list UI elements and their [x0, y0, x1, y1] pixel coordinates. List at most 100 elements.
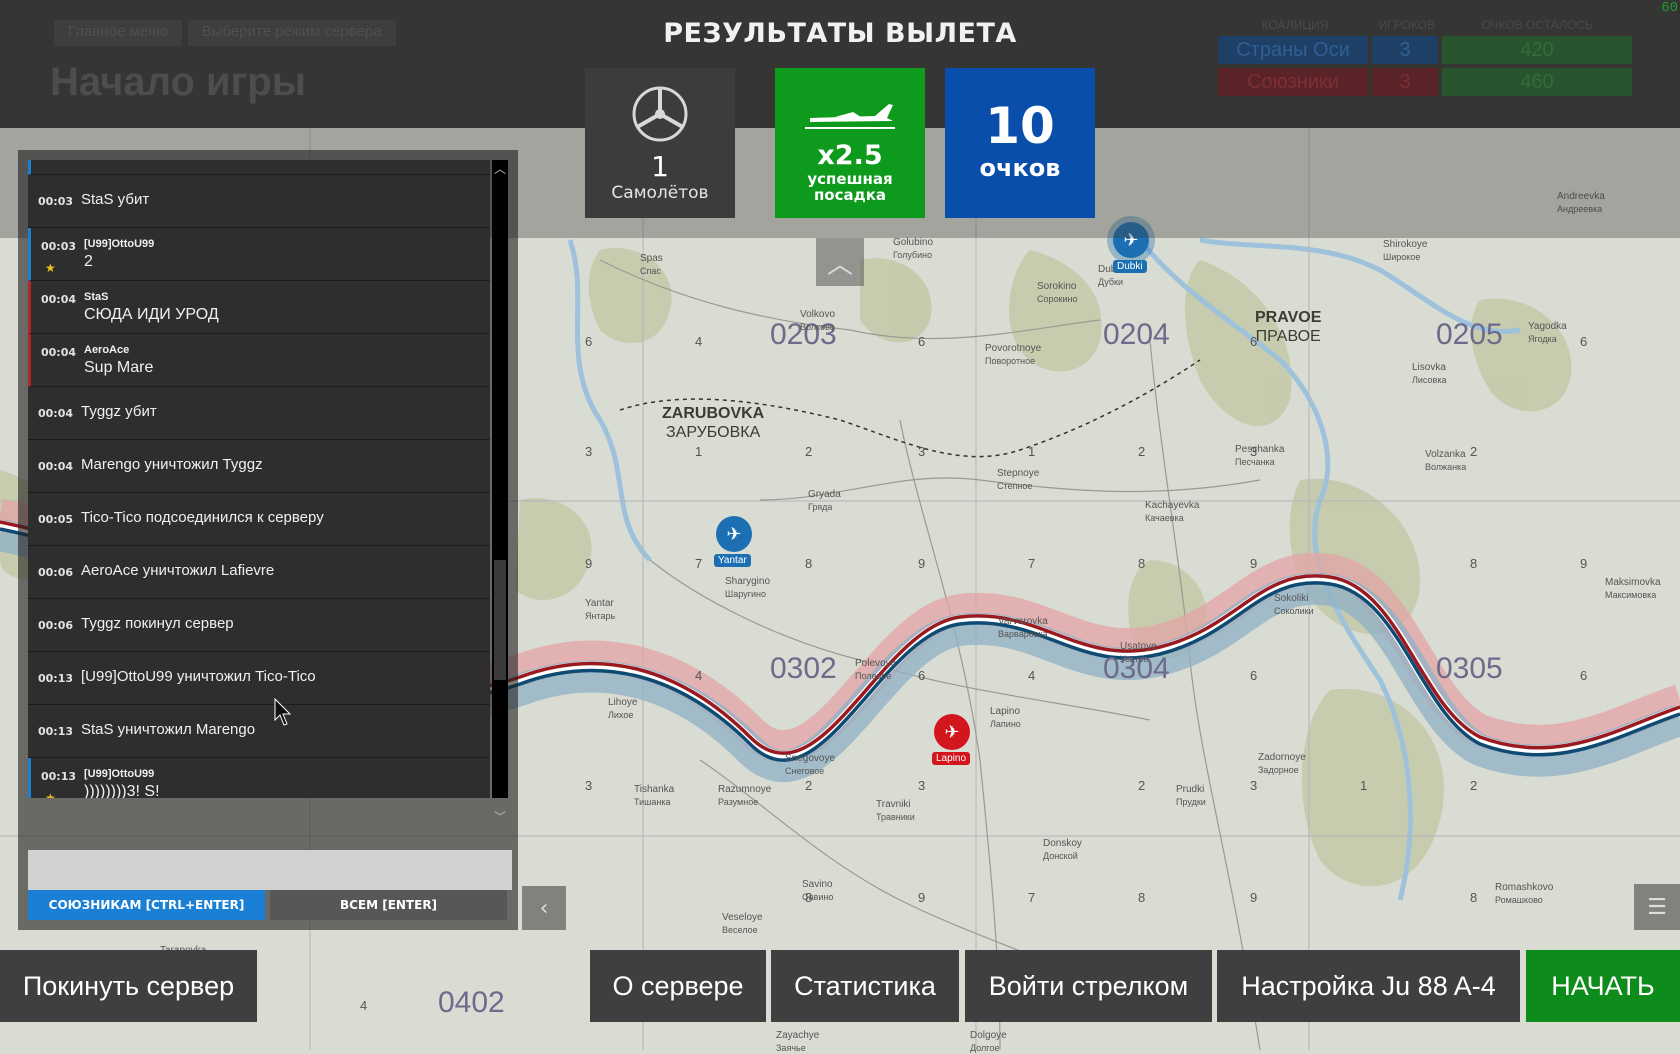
chat-message-text: [U99]OttoU99 уничтожил Tico-Tico: [81, 668, 316, 685]
planes-card: 1 Самолётов: [585, 68, 735, 218]
chat-message-list[interactable]: 00:03 StaS убит 00:03 [U99]OttoU99 2 ★ 00:04 St…: [28, 160, 490, 798]
svg-text:3: 3: [1250, 778, 1257, 793]
chat-time: 00:06: [38, 619, 74, 632]
chat-time: 00:13: [41, 770, 77, 783]
chevron-down-icon[interactable]: ﹀: [494, 808, 506, 825]
page-title: Начало игры: [50, 60, 306, 104]
chat-sender[interactable]: StaS: [84, 291, 108, 303]
star-icon: ★: [45, 791, 56, 798]
aircraft-setup-button[interactable]: Настройка Ju 88 A-4: [1217, 950, 1520, 1022]
chat-message: 00:06 Tyggz покинул сервер: [28, 599, 490, 652]
chat-scrollbar-thumb[interactable]: [494, 560, 506, 680]
planes-label: Самолётов: [611, 183, 709, 203]
chat-message: 00:06 AeroAce уничтожил Lafievre: [28, 546, 490, 599]
chat-message: 00:04 Marengo уничтожил Tyggz: [28, 440, 490, 493]
chat-message-text: Tyggz покинул сервер: [81, 615, 234, 632]
chat-scrollbar[interactable]: ︿: [492, 160, 508, 798]
chat-sender[interactable]: [U99]OttoU99: [84, 238, 154, 250]
svg-text:6: 6: [1250, 668, 1257, 683]
svg-text:4: 4: [695, 334, 702, 349]
svg-text:2: 2: [1138, 444, 1145, 459]
chat-message: 00:04 StaS СЮДА ИДИ УРОД: [28, 281, 490, 334]
svg-text:4: 4: [1028, 668, 1035, 683]
svg-text:4: 4: [695, 668, 702, 683]
svg-text:2: 2: [805, 778, 812, 793]
start-button[interactable]: НАЧАТЬ: [1526, 950, 1680, 1022]
chat-panel: 00:03 StaS убит 00:03 [U99]OttoU99 2 ★ 00:04 St…: [18, 150, 518, 930]
chat-message: 00:03 [U99]OttoU99 2 ★: [28, 228, 490, 281]
enter-as-gunner-button[interactable]: Войти стрелком: [965, 950, 1212, 1022]
coalition-name: Союзники: [1218, 68, 1368, 96]
chat-message: 00:04 AeroAce Sup Mare: [28, 334, 490, 387]
svg-text:6: 6: [1580, 334, 1587, 349]
chat-time: 00:04: [38, 407, 74, 420]
chat-input[interactable]: [28, 850, 512, 890]
points-label: очков: [979, 154, 1061, 182]
svg-text:6: 6: [1580, 668, 1587, 683]
leave-server-button[interactable]: Покинуть сервер: [0, 950, 257, 1022]
chat-tab-all[interactable]: ВСЕМ [ENTER]: [270, 890, 507, 920]
grid-label: 0402: [438, 986, 505, 1019]
svg-text:2: 2: [1470, 444, 1477, 459]
svg-text:4: 4: [360, 998, 367, 1013]
planes-value: 1: [651, 150, 669, 183]
coalition-row-allies: Союзники 3 460: [1218, 68, 1636, 96]
about-server-button[interactable]: О сервере: [590, 950, 766, 1022]
chat-tab-allies[interactable]: СОЮЗНИКАМ [CTRL+ENTER]: [28, 890, 265, 920]
svg-text:3: 3: [585, 778, 592, 793]
chat-time: 00:06: [38, 566, 74, 579]
map-legend-button[interactable]: ☰: [1634, 884, 1680, 930]
chat-row-partial: [28, 160, 490, 175]
coalition-points: 460: [1442, 68, 1632, 96]
chevron-up-icon[interactable]: ︿: [492, 160, 508, 177]
svg-text:7: 7: [1028, 556, 1035, 571]
svg-text:6: 6: [918, 334, 925, 349]
svg-text:6: 6: [585, 334, 592, 349]
chat-time: 00:04: [38, 460, 74, 473]
svg-text:1: 1: [1360, 778, 1367, 793]
chat-message-text: Tyggz убит: [81, 403, 157, 420]
list-icon: ☰: [1647, 894, 1667, 920]
collapse-chat-button[interactable]: ‹: [522, 886, 566, 930]
chat-message: 00:04 Tyggz убит: [28, 387, 490, 440]
chat-time: 00:03: [38, 195, 74, 208]
results-title: РЕЗУЛЬТАТЫ ВЫЛЕТА: [663, 18, 1017, 49]
svg-text:8: 8: [805, 890, 812, 905]
airfield-lapino-icon[interactable]: ✈: [934, 714, 970, 750]
airfield-label: Dubki: [1113, 260, 1147, 273]
chat-sender[interactable]: [U99]OttoU99: [84, 768, 154, 780]
points-card: 10 очков: [945, 68, 1095, 218]
landing-label-line-1: успешная: [807, 170, 893, 188]
chat-time: 00:03: [41, 240, 77, 253]
grid-label: 0205: [1436, 318, 1503, 351]
collapse-results-button[interactable]: ︿: [816, 238, 864, 286]
svg-text:9: 9: [585, 556, 592, 571]
svg-text:3: 3: [1250, 444, 1257, 459]
airfield-yantar-icon[interactable]: ✈: [716, 516, 752, 552]
svg-text:7: 7: [695, 556, 702, 571]
airfield-label: Yantar: [714, 554, 751, 567]
airplane-icon: [805, 104, 895, 129]
chat-message-text: AeroAce уничтожил Lafievre: [81, 562, 275, 579]
svg-text:2: 2: [1138, 778, 1145, 793]
chevron-left-icon: ‹: [539, 895, 549, 921]
chat-message: 00:03 StaS убит: [28, 175, 490, 228]
chat-sender[interactable]: AeroAce: [84, 344, 129, 356]
chat-message: 00:13 [U99]OttoU99 уничтожил Tico-Tico: [28, 652, 490, 705]
svg-text:8: 8: [1470, 556, 1477, 571]
svg-text:8: 8: [1470, 890, 1477, 905]
chat-message-text: 2: [84, 253, 93, 270]
svg-text:7: 7: [1028, 890, 1035, 905]
chat-message-text: СЮДА ИДИ УРОД: [84, 306, 219, 323]
chat-message-text: ))))))))3! S!: [84, 783, 160, 798]
mouse-cursor-icon: [274, 698, 292, 726]
chat-message-text: Sup Mare: [84, 359, 154, 376]
chevron-up-icon: ︿: [826, 249, 853, 280]
statistics-button[interactable]: Статистика: [771, 950, 959, 1022]
chat-message-text: StaS уничтожил Marengo: [81, 721, 256, 738]
coalition-players: 3: [1372, 68, 1438, 96]
grid-label: 0305: [1436, 652, 1503, 685]
chat-message: 00:13 [U99]OttoU99 ))))))))3! S! ★: [28, 758, 490, 798]
svg-text:8: 8: [805, 556, 812, 571]
svg-text:9: 9: [1580, 556, 1587, 571]
